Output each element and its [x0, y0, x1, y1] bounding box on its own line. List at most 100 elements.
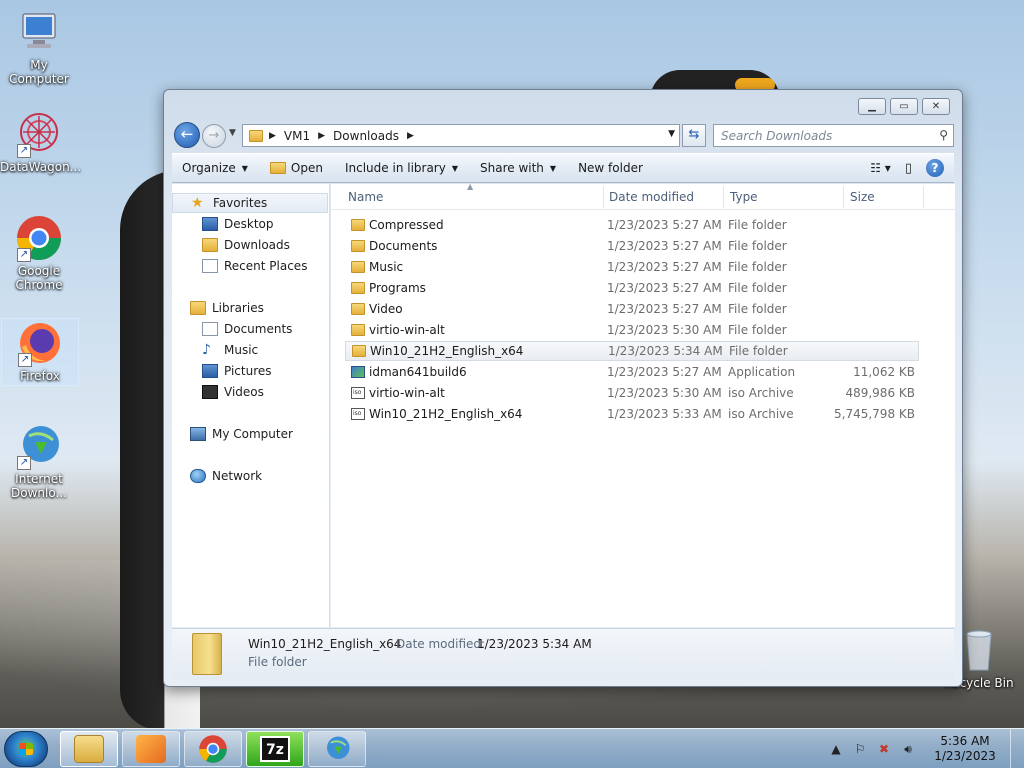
chevron-down-icon: ▼ [549, 163, 557, 173]
search-icon[interactable]: ⚲ [939, 128, 948, 142]
nav-downloads[interactable]: Downloads [172, 235, 290, 255]
nav-recent-places[interactable]: Recent Places [172, 256, 307, 276]
column-divider[interactable] [723, 186, 724, 208]
column-divider[interactable] [603, 186, 604, 208]
preview-pane-button[interactable]: ▯ [905, 161, 912, 176]
datawagon-icon: ↗ [15, 110, 63, 158]
nav-pictures[interactable]: Pictures [172, 361, 272, 381]
forward-button[interactable]: → [202, 124, 226, 148]
breadcrumb-separator-icon[interactable]: ▶ [269, 131, 276, 141]
file-row[interactable]: Compressed 1/23/2023 5:27 AM File folder [345, 215, 919, 235]
taskbar-7zip-button[interactable]: 7z [246, 731, 304, 767]
nav-favorites[interactable]: ★ Favorites [172, 193, 328, 213]
clock[interactable]: 5:36 AM 1/23/2023 [926, 734, 1004, 764]
explorer-window[interactable]: ▁ ▭ ✕ ← → ▼ ▶ VM1 ▶ Downloads ▶ ▼ ⇆ Sear… [163, 89, 963, 687]
file-row[interactable]: Win10_21H2_English_x64 1/23/2023 5:34 AM F… [345, 341, 919, 361]
taskbar-media-player-button[interactable] [122, 731, 180, 767]
nav-label: Recent Places [224, 259, 308, 273]
file-row[interactable]: virtio-win-alt 1/23/2023 5:30 AM iso Archi… [345, 383, 919, 403]
music-note-icon: ♪ [202, 342, 211, 358]
desktop-icon-label: My Computer [9, 58, 69, 86]
volume-icon[interactable]: 🔊︎ [901, 742, 915, 756]
organize-button[interactable]: Organize ▼ [182, 161, 248, 175]
search-input[interactable]: Search Downloads ⚲ [713, 124, 954, 147]
recent-places-icon [202, 259, 218, 273]
details-type: File folder [248, 655, 307, 669]
show-hidden-icons-button[interactable]: ▲ [829, 742, 843, 756]
refresh-button[interactable]: ⇆ [682, 124, 706, 147]
star-icon: ★ [191, 195, 204, 211]
minimize-icon: ▁ [868, 101, 876, 112]
address-row: ← → ▼ ▶ VM1 ▶ Downloads ▶ ▼ ⇆ Search Dow… [172, 122, 954, 148]
column-divider[interactable] [843, 186, 844, 208]
navigation-pane: ★ Favorites Desktop Downloads Recent Pla… [172, 184, 330, 627]
taskbar-idm-button[interactable] [308, 731, 366, 767]
desktop-icon-google-chrome[interactable]: ↗ Google Chrome [0, 214, 78, 292]
action-center-icon[interactable]: ⚐ [853, 742, 867, 756]
nav-label: Desktop [224, 217, 274, 231]
nav-network[interactable]: Network [172, 466, 262, 486]
file-row[interactable]: virtio-win-alt 1/23/2023 5:30 AM File fold… [345, 320, 919, 340]
breadcrumb-downloads[interactable]: Downloads [333, 129, 399, 143]
file-date-modified: 1/23/2023 5:30 AM [607, 386, 722, 400]
nav-videos[interactable]: Videos [172, 382, 264, 402]
share-with-label: Share with [480, 161, 544, 175]
column-header-name[interactable]: Name [348, 190, 383, 204]
file-row[interactable]: Documents 1/23/2023 5:27 AM File folder [345, 236, 919, 256]
include-in-library-button[interactable]: Include in library ▼ [345, 161, 458, 175]
nav-my-computer[interactable]: My Computer [172, 424, 293, 444]
breadcrumb-separator-icon[interactable]: ▶ [318, 131, 325, 141]
desktop-icon-firefox[interactable]: ↗ Firefox [1, 318, 79, 386]
open-button[interactable]: Open [269, 161, 323, 175]
clock-time: 5:36 AM [940, 734, 990, 748]
file-row[interactable]: idman641build6 1/23/2023 5:27 AM Applicati… [345, 362, 919, 382]
show-desktop-button[interactable] [1010, 729, 1024, 768]
recent-pages-dropdown[interactable]: ▼ [229, 128, 236, 138]
help-button[interactable]: ? [926, 159, 944, 177]
nav-label: Libraries [212, 301, 264, 315]
file-name: Video [369, 302, 403, 316]
file-type: File folder [729, 344, 788, 358]
file-row[interactable]: Win10_21H2_English_x64 1/23/2023 5:33 AM i… [345, 404, 919, 424]
maximize-button[interactable]: ▭ [890, 98, 918, 115]
nav-label: Downloads [224, 238, 290, 252]
minimize-button[interactable]: ▁ [858, 98, 886, 115]
desktop-icon-label: Google Chrome [15, 264, 63, 292]
file-name: virtio-win-alt [369, 386, 445, 400]
file-row[interactable]: Programs 1/23/2023 5:27 AM File folder [345, 278, 919, 298]
address-dropdown-icon[interactable]: ▼ [668, 129, 675, 139]
details-date-label: Date modified: [396, 637, 486, 651]
file-row[interactable]: Music 1/23/2023 5:27 AM File folder [345, 257, 919, 277]
desktop-icon-my-computer[interactable]: My Computer [0, 8, 78, 86]
taskbar-chrome-button[interactable] [184, 731, 242, 767]
computer-icon [15, 8, 63, 56]
back-button[interactable]: ← [174, 122, 200, 148]
network-disconnected-icon[interactable]: ✖ [877, 742, 891, 756]
column-header-date-modified[interactable]: Date modified [609, 190, 694, 204]
address-bar[interactable]: ▶ VM1 ▶ Downloads ▶ ▼ [242, 124, 680, 147]
recycle-bin-icon [959, 628, 999, 674]
desktop-icon-datawagon[interactable]: ↗ DataWagon... [0, 110, 81, 174]
nav-label: Documents [224, 322, 293, 336]
taskbar-explorer-button[interactable] [60, 731, 118, 767]
close-button[interactable]: ✕ [922, 98, 950, 115]
column-header-size[interactable]: Size [850, 190, 875, 204]
file-name: Compressed [369, 218, 444, 232]
file-date-modified: 1/23/2023 5:33 AM [607, 407, 722, 421]
nav-documents[interactable]: Documents [172, 319, 292, 339]
change-view-button[interactable]: ☷ ▾ [870, 161, 891, 175]
column-header-type[interactable]: Type [730, 190, 758, 204]
nav-music[interactable]: ♪ Music [172, 340, 258, 360]
start-button[interactable] [4, 731, 48, 767]
nav-libraries[interactable]: Libraries [172, 298, 264, 318]
desktop-icon-internet-download-manager[interactable]: ↗ Internet Downlo... [0, 422, 78, 500]
breadcrumb-vm1[interactable]: VM1 [284, 129, 310, 143]
share-with-button[interactable]: Share with ▼ [480, 161, 556, 175]
nav-desktop[interactable]: Desktop [172, 214, 274, 234]
folder-icon [249, 129, 263, 142]
chrome-icon [199, 735, 227, 763]
column-divider[interactable] [923, 186, 924, 208]
breadcrumb-separator-icon[interactable]: ▶ [407, 131, 414, 141]
file-row[interactable]: Video 1/23/2023 5:27 AM File folder [345, 299, 919, 319]
new-folder-button[interactable]: New folder [578, 161, 643, 175]
